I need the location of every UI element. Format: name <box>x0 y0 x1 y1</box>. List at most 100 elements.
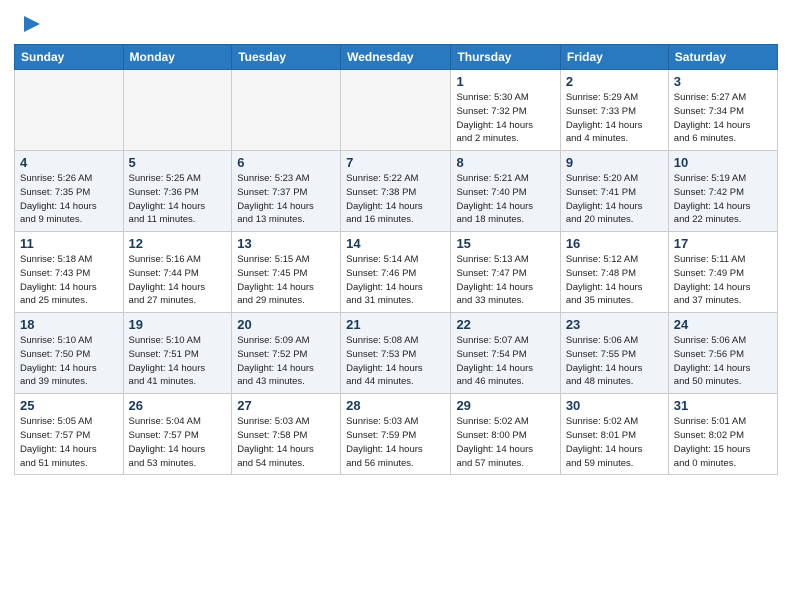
cell-info: Sunrise: 5:05 AM Sunset: 7:57 PM Dayligh… <box>20 415 118 470</box>
calendar-cell <box>15 70 124 151</box>
cell-info: Sunrise: 5:30 AM Sunset: 7:32 PM Dayligh… <box>456 91 554 146</box>
cell-info: Sunrise: 5:21 AM Sunset: 7:40 PM Dayligh… <box>456 172 554 227</box>
cell-info: Sunrise: 5:25 AM Sunset: 7:36 PM Dayligh… <box>129 172 227 227</box>
cell-info: Sunrise: 5:06 AM Sunset: 7:55 PM Dayligh… <box>566 334 663 389</box>
calendar-cell: 3 Sunrise: 5:27 AM Sunset: 7:34 PM Daylig… <box>668 70 777 151</box>
cell-info: Sunrise: 5:01 AM Sunset: 8:02 PM Dayligh… <box>674 415 772 470</box>
cell-day-number: 8 <box>456 155 554 170</box>
calendar-cell: 24 Sunrise: 5:06 AM Sunset: 7:56 PM Dayli… <box>668 313 777 394</box>
cell-info: Sunrise: 5:29 AM Sunset: 7:33 PM Dayligh… <box>566 91 663 146</box>
cell-info: Sunrise: 5:10 AM Sunset: 7:51 PM Dayligh… <box>129 334 227 389</box>
cell-info: Sunrise: 5:02 AM Sunset: 8:00 PM Dayligh… <box>456 415 554 470</box>
weekday-header-wednesday: Wednesday <box>341 45 451 70</box>
calendar-cell <box>341 70 451 151</box>
calendar-cell: 10 Sunrise: 5:19 AM Sunset: 7:42 PM Dayli… <box>668 151 777 232</box>
calendar-cell: 26 Sunrise: 5:04 AM Sunset: 7:57 PM Dayli… <box>123 394 232 475</box>
calendar-cell: 30 Sunrise: 5:02 AM Sunset: 8:01 PM Dayli… <box>560 394 668 475</box>
calendar-cell: 23 Sunrise: 5:06 AM Sunset: 7:55 PM Dayli… <box>560 313 668 394</box>
calendar-cell: 22 Sunrise: 5:07 AM Sunset: 7:54 PM Dayli… <box>451 313 560 394</box>
cell-day-number: 4 <box>20 155 118 170</box>
cell-info: Sunrise: 5:14 AM Sunset: 7:46 PM Dayligh… <box>346 253 445 308</box>
cell-day-number: 24 <box>674 317 772 332</box>
cell-info: Sunrise: 5:02 AM Sunset: 8:01 PM Dayligh… <box>566 415 663 470</box>
calendar-cell: 8 Sunrise: 5:21 AM Sunset: 7:40 PM Daylig… <box>451 151 560 232</box>
cell-info: Sunrise: 5:16 AM Sunset: 7:44 PM Dayligh… <box>129 253 227 308</box>
cell-info: Sunrise: 5:18 AM Sunset: 7:43 PM Dayligh… <box>20 253 118 308</box>
calendar-week-1: 1 Sunrise: 5:30 AM Sunset: 7:32 PM Daylig… <box>15 70 778 151</box>
cell-day-number: 18 <box>20 317 118 332</box>
calendar-cell: 31Sunrise: 5:01 AM Sunset: 8:02 PM Dayli… <box>668 394 777 475</box>
calendar-cell: 12Sunrise: 5:16 AM Sunset: 7:44 PM Dayli… <box>123 232 232 313</box>
cell-day-number: 20 <box>237 317 335 332</box>
weekday-header-sunday: Sunday <box>15 45 124 70</box>
cell-info: Sunrise: 5:20 AM Sunset: 7:41 PM Dayligh… <box>566 172 663 227</box>
cell-day-number: 10 <box>674 155 772 170</box>
logo <box>14 10 44 38</box>
page: SundayMondayTuesdayWednesdayThursdayFrid… <box>0 0 792 489</box>
calendar-cell: 2 Sunrise: 5:29 AM Sunset: 7:33 PM Daylig… <box>560 70 668 151</box>
cell-day-number: 14 <box>346 236 445 251</box>
cell-info: Sunrise: 5:19 AM Sunset: 7:42 PM Dayligh… <box>674 172 772 227</box>
calendar-cell: 25Sunrise: 5:05 AM Sunset: 7:57 PM Dayli… <box>15 394 124 475</box>
cell-day-number: 30 <box>566 398 663 413</box>
calendar-cell: 27Sunrise: 5:03 AM Sunset: 7:58 PM Dayli… <box>232 394 341 475</box>
cell-day-number: 19 <box>129 317 227 332</box>
calendar-cell: 17Sunrise: 5:11 AM Sunset: 7:49 PM Dayli… <box>668 232 777 313</box>
calendar-week-5: 25Sunrise: 5:05 AM Sunset: 7:57 PM Dayli… <box>15 394 778 475</box>
cell-day-number: 17 <box>674 236 772 251</box>
cell-day-number: 3 <box>674 74 772 89</box>
cell-day-number: 1 <box>456 74 554 89</box>
calendar-cell: 29 Sunrise: 5:02 AM Sunset: 8:00 PM Dayli… <box>451 394 560 475</box>
cell-info: Sunrise: 5:26 AM Sunset: 7:35 PM Dayligh… <box>20 172 118 227</box>
calendar-cell: 14 Sunrise: 5:14 AM Sunset: 7:46 PM Dayli… <box>341 232 451 313</box>
cell-day-number: 15 <box>456 236 554 251</box>
calendar-cell: 13Sunrise: 5:15 AM Sunset: 7:45 PM Dayli… <box>232 232 341 313</box>
cell-day-number: 2 <box>566 74 663 89</box>
cell-info: Sunrise: 5:03 AM Sunset: 7:59 PM Dayligh… <box>346 415 445 470</box>
cell-info: Sunrise: 5:12 AM Sunset: 7:48 PM Dayligh… <box>566 253 663 308</box>
calendar-cell: 16 Sunrise: 5:12 AM Sunset: 7:48 PM Dayli… <box>560 232 668 313</box>
weekday-header-saturday: Saturday <box>668 45 777 70</box>
calendar-cell: 18 Sunrise: 5:10 AM Sunset: 7:50 PM Dayli… <box>15 313 124 394</box>
cell-info: Sunrise: 5:08 AM Sunset: 7:53 PM Dayligh… <box>346 334 445 389</box>
calendar-cell <box>123 70 232 151</box>
cell-day-number: 5 <box>129 155 227 170</box>
cell-day-number: 29 <box>456 398 554 413</box>
calendar-cell: 21Sunrise: 5:08 AM Sunset: 7:53 PM Dayli… <box>341 313 451 394</box>
calendar-week-3: 11 Sunrise: 5:18 AM Sunset: 7:43 PM Dayli… <box>15 232 778 313</box>
calendar-cell: 20Sunrise: 5:09 AM Sunset: 7:52 PM Dayli… <box>232 313 341 394</box>
calendar-week-4: 18 Sunrise: 5:10 AM Sunset: 7:50 PM Dayli… <box>15 313 778 394</box>
calendar-cell: 19 Sunrise: 5:10 AM Sunset: 7:51 PM Dayli… <box>123 313 232 394</box>
cell-info: Sunrise: 5:10 AM Sunset: 7:50 PM Dayligh… <box>20 334 118 389</box>
cell-day-number: 16 <box>566 236 663 251</box>
cell-day-number: 27 <box>237 398 335 413</box>
calendar-header-row: SundayMondayTuesdayWednesdayThursdayFrid… <box>15 45 778 70</box>
calendar-cell <box>232 70 341 151</box>
cell-info: Sunrise: 5:06 AM Sunset: 7:56 PM Dayligh… <box>674 334 772 389</box>
cell-info: Sunrise: 5:27 AM Sunset: 7:34 PM Dayligh… <box>674 91 772 146</box>
cell-day-number: 26 <box>129 398 227 413</box>
calendar-cell: 5 Sunrise: 5:25 AM Sunset: 7:36 PM Daylig… <box>123 151 232 232</box>
cell-info: Sunrise: 5:07 AM Sunset: 7:54 PM Dayligh… <box>456 334 554 389</box>
calendar: SundayMondayTuesdayWednesdayThursdayFrid… <box>14 44 778 475</box>
header <box>14 10 778 38</box>
weekday-header-thursday: Thursday <box>451 45 560 70</box>
calendar-cell: 4 Sunrise: 5:26 AM Sunset: 7:35 PM Daylig… <box>15 151 124 232</box>
weekday-header-friday: Friday <box>560 45 668 70</box>
cell-day-number: 11 <box>20 236 118 251</box>
calendar-week-2: 4 Sunrise: 5:26 AM Sunset: 7:35 PM Daylig… <box>15 151 778 232</box>
calendar-cell: 11 Sunrise: 5:18 AM Sunset: 7:43 PM Dayli… <box>15 232 124 313</box>
cell-day-number: 22 <box>456 317 554 332</box>
cell-day-number: 7 <box>346 155 445 170</box>
calendar-cell: 6 Sunrise: 5:23 AM Sunset: 7:37 PM Daylig… <box>232 151 341 232</box>
calendar-cell: 9Sunrise: 5:20 AM Sunset: 7:41 PM Daylig… <box>560 151 668 232</box>
weekday-header-monday: Monday <box>123 45 232 70</box>
cell-day-number: 6 <box>237 155 335 170</box>
cell-info: Sunrise: 5:04 AM Sunset: 7:57 PM Dayligh… <box>129 415 227 470</box>
calendar-cell: 1 Sunrise: 5:30 AM Sunset: 7:32 PM Daylig… <box>451 70 560 151</box>
calendar-cell: 28Sunrise: 5:03 AM Sunset: 7:59 PM Dayli… <box>341 394 451 475</box>
cell-day-number: 13 <box>237 236 335 251</box>
weekday-header-tuesday: Tuesday <box>232 45 341 70</box>
cell-day-number: 23 <box>566 317 663 332</box>
cell-info: Sunrise: 5:23 AM Sunset: 7:37 PM Dayligh… <box>237 172 335 227</box>
